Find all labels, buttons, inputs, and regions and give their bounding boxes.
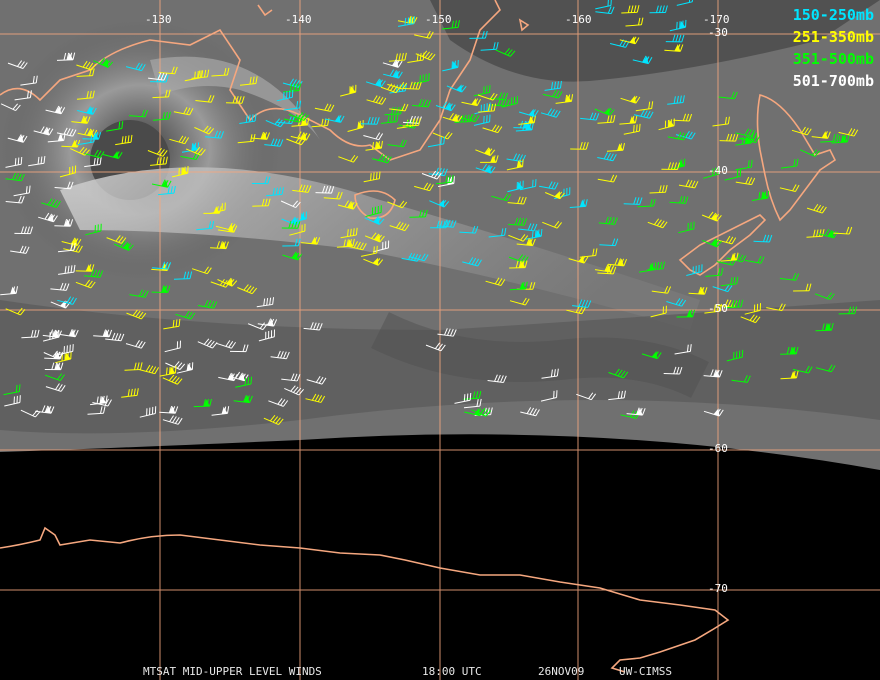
caption-time: 18:00 UTC xyxy=(422,665,482,678)
legend-item-150-250mb: 150-250mb xyxy=(792,6,874,24)
lat-label-60: -60 xyxy=(708,442,728,455)
image-caption: MTSAT MID-UPPER LEVEL WINDS 18:00 UTC 26… xyxy=(0,613,880,678)
caption-product: MTSAT MID-UPPER LEVEL WINDS xyxy=(143,665,322,678)
lon-label-130: -130 xyxy=(145,13,172,26)
water-vapor-map xyxy=(0,0,880,680)
legend-item-251-350mb: 251-350mb xyxy=(792,28,874,46)
lat-label-50: -50 xyxy=(708,302,728,315)
lon-label-150: -150 xyxy=(425,13,452,26)
lon-label-170: -170 xyxy=(703,13,730,26)
legend-item-351-500mb: 351-500mb xyxy=(792,50,874,68)
lon-label-140: -140 xyxy=(285,13,312,26)
lat-label-40: -40 xyxy=(708,164,728,177)
lat-label-30: -30 xyxy=(708,26,728,39)
lon-label-160: -160 xyxy=(565,13,592,26)
caption-source: UW-CIMSS xyxy=(619,665,672,678)
caption-date: 26NOV09 xyxy=(538,665,585,678)
lat-label-70: -70 xyxy=(708,582,728,595)
legend-item-501-700mb: 501-700mb xyxy=(792,72,874,90)
pressure-level-legend: 150-250mb 251-350mb 351-500mb 501-700mb xyxy=(793,4,874,92)
